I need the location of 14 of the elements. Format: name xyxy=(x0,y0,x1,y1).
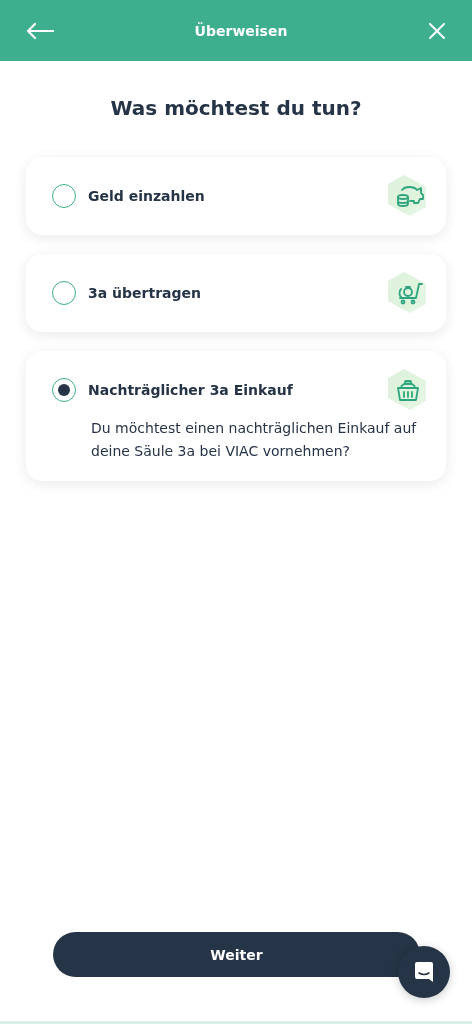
screen-title: Überweisen xyxy=(194,22,288,39)
option-label: Nachträglicher 3a Einkauf xyxy=(88,382,294,398)
next-button[interactable]: Weiter xyxy=(53,932,420,977)
chat-button[interactable] xyxy=(398,946,450,998)
chat-icon xyxy=(414,961,434,983)
option-card[interactable]: 3a übertragen xyxy=(26,254,446,332)
option-description: Du möchtest einen nachträglichen Einkauf auf deine Säule 3a bei VIAC vornehmen? xyxy=(91,419,418,461)
option-card[interactable]: Geld einzahlen xyxy=(26,157,446,235)
option-label: Geld einzahlen xyxy=(88,188,206,204)
close-icon[interactable] xyxy=(428,21,446,40)
option-label: 3a übertragen xyxy=(88,285,202,301)
page-heading: Was möchtest du tun? xyxy=(109,95,363,121)
back-arrow-icon[interactable] xyxy=(26,21,54,40)
option-card[interactable]: Nachträglicher 3a Einkauf Du möchtest einen nachträglichen Einkauf auf deine Säule 3a bei VIAC vornehmen? xyxy=(26,351,446,481)
